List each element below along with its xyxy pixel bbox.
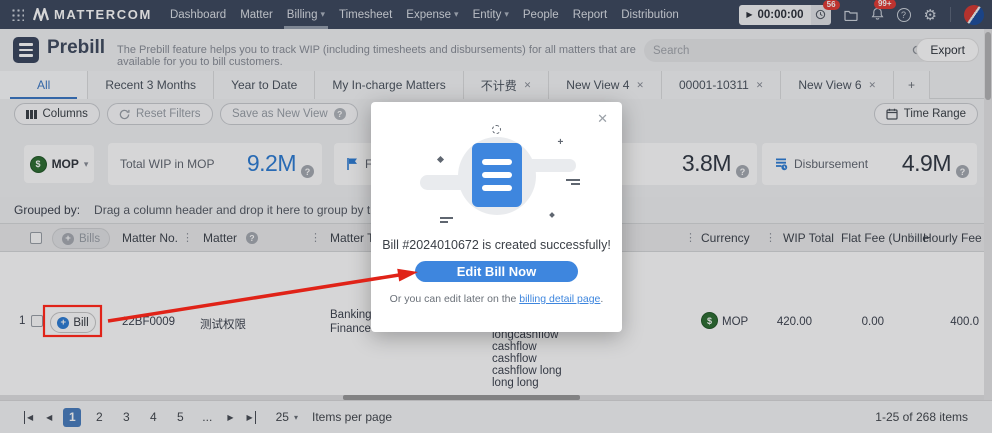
prebill-screen: MATTERCOM Dashboard Matter Billing▾ Time…: [0, 0, 992, 433]
sparkle-icon: [436, 156, 443, 163]
sparkle-icon: +: [558, 137, 564, 148]
dash-decoration: [440, 217, 453, 225]
success-message: Bill #2024010672 is created successfully…: [371, 238, 622, 252]
bill-created-modal: ✕ + Bill #2024010672 is created successf…: [371, 102, 622, 332]
bill-document-icon: [472, 143, 522, 207]
billing-detail-page-link[interactable]: billing detail page: [519, 293, 600, 305]
sparkle-icon: [549, 212, 555, 218]
close-icon[interactable]: ✕: [597, 111, 608, 127]
success-illustration: +: [412, 129, 582, 224]
sparkle-icon: [492, 125, 501, 134]
dash-decoration: [566, 179, 580, 187]
edit-bill-now-button[interactable]: Edit Bill Now: [415, 261, 578, 282]
modal-note: Or you can edit later on the billing det…: [371, 293, 622, 305]
